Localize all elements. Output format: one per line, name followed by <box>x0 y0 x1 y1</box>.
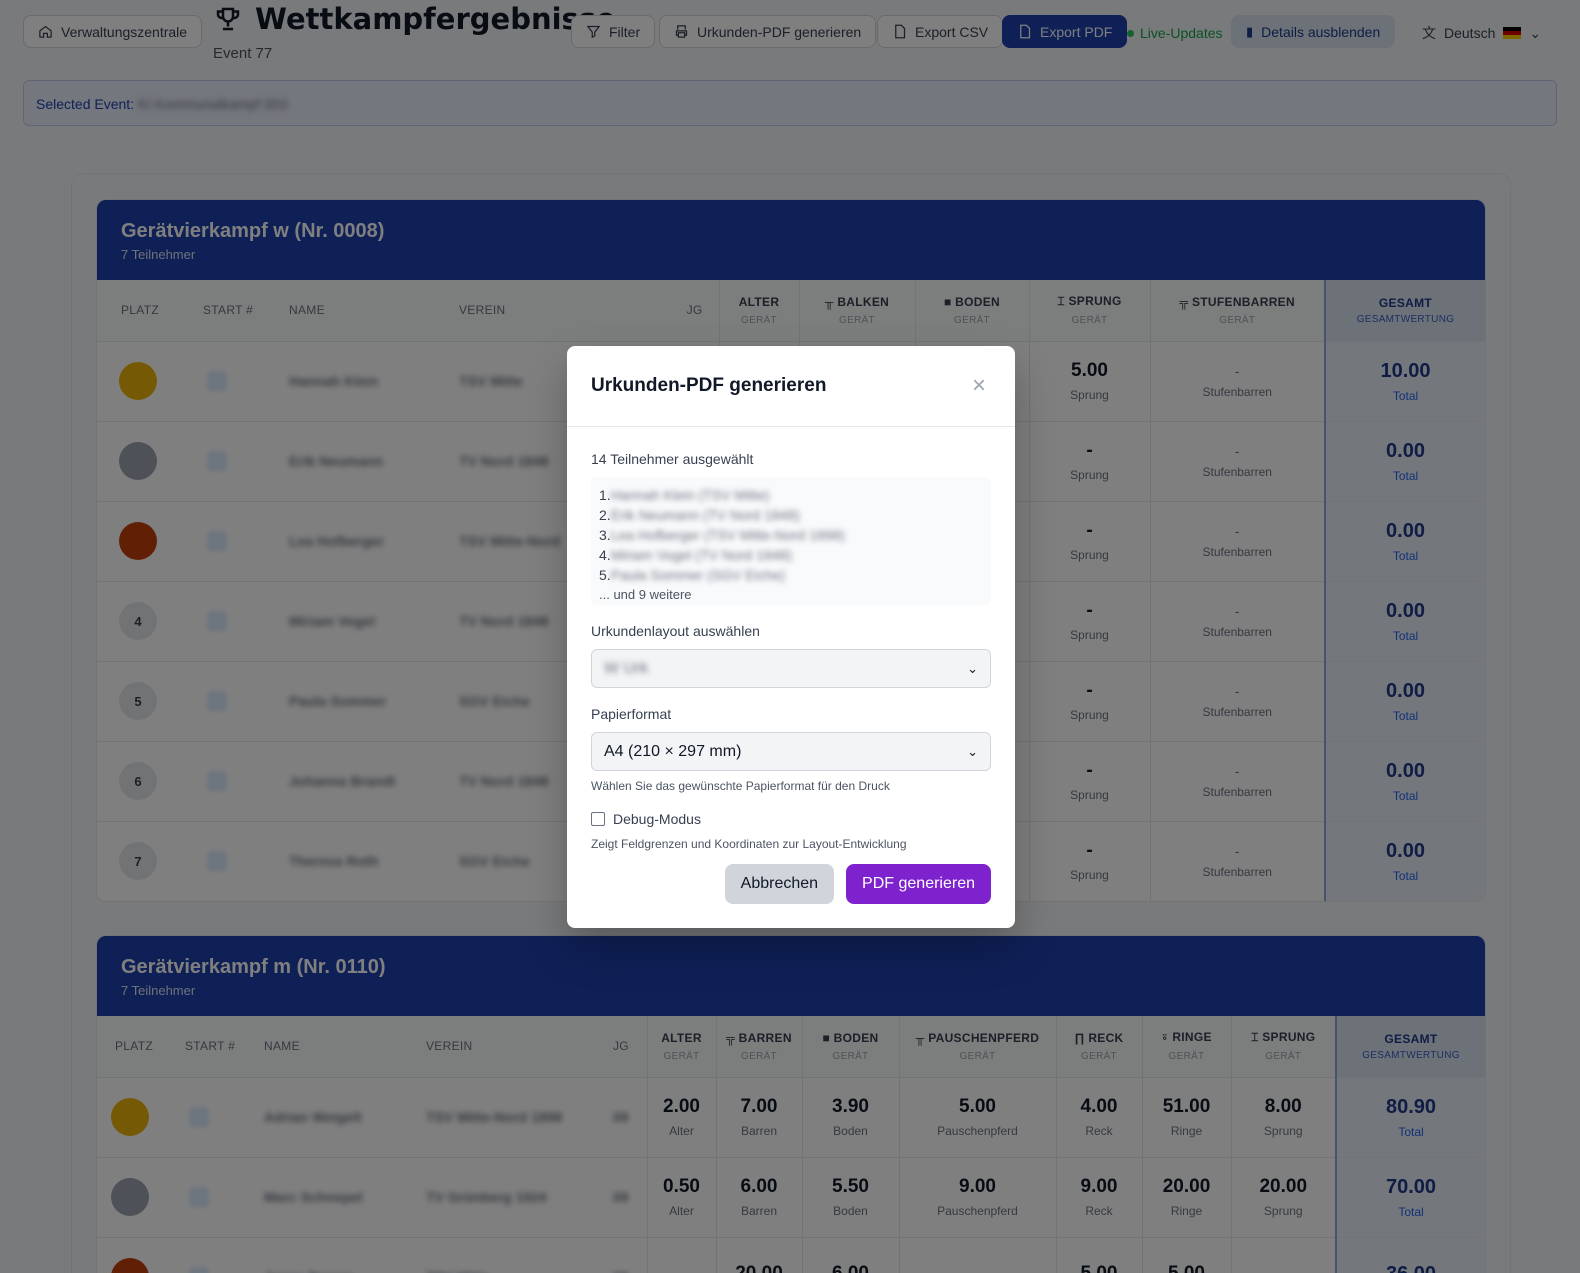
list-item: 2.Erik Neumann (TV Nord 1848) <box>599 505 983 525</box>
blurred-name: Paula Sommer (SGV Eiche) <box>610 567 785 583</box>
paper-value: A4 (210 × 297 mm) <box>604 742 742 760</box>
blurred-name: Lea Hofberger (TSV Mitte-Nord 1898) <box>610 527 845 543</box>
generate-pdf-button[interactable]: PDF generieren <box>846 864 991 904</box>
list-item: 5.Paula Sommer (SGV Eiche) <box>599 565 983 585</box>
more-participants: ... und 9 weitere <box>599 587 692 602</box>
chevron-down-icon: ⌄ <box>967 743 978 759</box>
list-item: 3.Lea Hofberger (TSV Mitte-Nord 1898) <box>599 525 983 545</box>
cancel-button[interactable]: Abbrechen <box>724 864 835 904</box>
selected-count: 14 Teilnehmer ausgewählt <box>591 451 754 467</box>
chevron-down-icon: ⌄ <box>967 660 978 676</box>
layout-value: W Urk <box>604 659 649 677</box>
debug-hint: Zeigt Feldgrenzen und Koordinaten zur La… <box>591 837 907 851</box>
blurred-name: Hannah Klein (TSV Mitte) <box>610 487 770 503</box>
list-item: 1.Hannah Klein (TSV Mitte) <box>599 485 983 505</box>
list-number: 3. <box>599 527 611 543</box>
list-number: 2. <box>599 507 611 523</box>
blurred-name: Miriam Vogel (TV Nord 1848) <box>610 547 792 563</box>
layout-select[interactable]: W Urk ⌄ <box>591 649 991 688</box>
layout-label: Urkundenlayout auswählen <box>591 623 760 639</box>
list-number: 4. <box>599 547 611 563</box>
list-item: 4.Miriam Vogel (TV Nord 1848) <box>599 545 983 565</box>
participant-list: 1.Hannah Klein (TSV Mitte) 2.Erik Neuman… <box>591 477 991 605</box>
list-number: 1. <box>599 487 611 503</box>
paper-label: Papierformat <box>591 706 672 722</box>
paper-hint: Wählen Sie das gewünschte Papierformat f… <box>591 779 890 793</box>
debug-checkbox[interactable] <box>591 812 605 826</box>
debug-checkbox-row[interactable]: Debug-Modus <box>591 811 991 827</box>
blurred-name: Erik Neumann (TV Nord 1848) <box>610 507 800 523</box>
dialog-footer: Abbrechen PDF generieren <box>724 864 991 904</box>
debug-label: Debug-Modus <box>613 811 701 827</box>
certificate-pdf-dialog: Urkunden-PDF generieren × 14 Teilnehmer … <box>567 346 1015 928</box>
dialog-title: Urkunden-PDF generieren <box>591 375 827 396</box>
dialog-body: 14 Teilnehmer ausgewählt 1.Hannah Klein … <box>567 427 1015 875</box>
dialog-header: Urkunden-PDF generieren × <box>567 346 1015 427</box>
list-number: 5. <box>599 567 611 583</box>
paper-format-select[interactable]: A4 (210 × 297 mm) ⌄ <box>591 732 991 771</box>
close-icon[interactable]: × <box>967 374 991 398</box>
